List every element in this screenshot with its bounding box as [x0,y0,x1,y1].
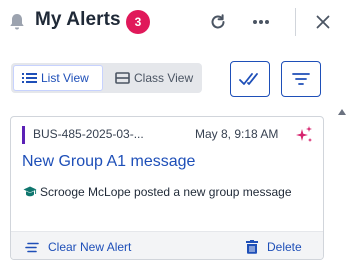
view-toggle: List View Class View [11,63,202,93]
list-view-button[interactable]: List View [13,65,103,91]
refresh-button[interactable] [206,10,230,34]
more-horizontal-icon [253,20,269,24]
header-divider [295,8,296,36]
clear-alert-button[interactable]: Clear New Alert [25,232,132,259]
double-check-icon [239,73,258,85]
delete-alert-label: Delete [267,240,302,254]
list-icon [22,73,37,83]
clear-alert-label: Clear New Alert [48,240,132,254]
mark-all-read-button[interactable] [230,61,270,97]
scrollbar-track[interactable] [338,119,346,267]
delete-alert-button[interactable]: Delete [246,232,302,259]
alert-accent-bar [22,126,25,144]
more-options-button[interactable] [249,10,273,34]
refresh-icon [211,14,225,29]
close-button[interactable] [311,10,335,34]
alert-card-footer: Clear New Alert Delete [11,231,323,259]
clear-lines-icon [25,242,39,252]
scroll-up-arrow[interactable] [338,109,346,115]
filter-button[interactable] [281,61,321,97]
alert-title-link[interactable]: New Group A1 message [22,153,195,171]
close-icon [316,15,330,29]
filter-icon [292,73,310,85]
class-view-icon [115,72,130,84]
alert-count-badge: 3 [126,10,150,34]
class-view-label: Class View [134,71,194,85]
alert-body: Scrooge McLope posted a new group messag… [40,185,292,199]
class-view-button[interactable]: Class View [107,65,200,91]
bell-icon [10,14,24,30]
alert-reference: BUS-485-2025-03-... [33,127,144,141]
sparkle-icon [296,126,312,142]
alert-card[interactable]: BUS-485-2025-03-... May 8, 9:18 AM New G… [10,116,324,260]
alerts-header: My Alerts 3 [0,0,350,44]
list-view-label: List View [41,71,89,85]
trash-icon [246,240,258,254]
page-title: My Alerts [35,9,121,30]
alert-timestamp: May 8, 9:18 AM [195,127,279,141]
